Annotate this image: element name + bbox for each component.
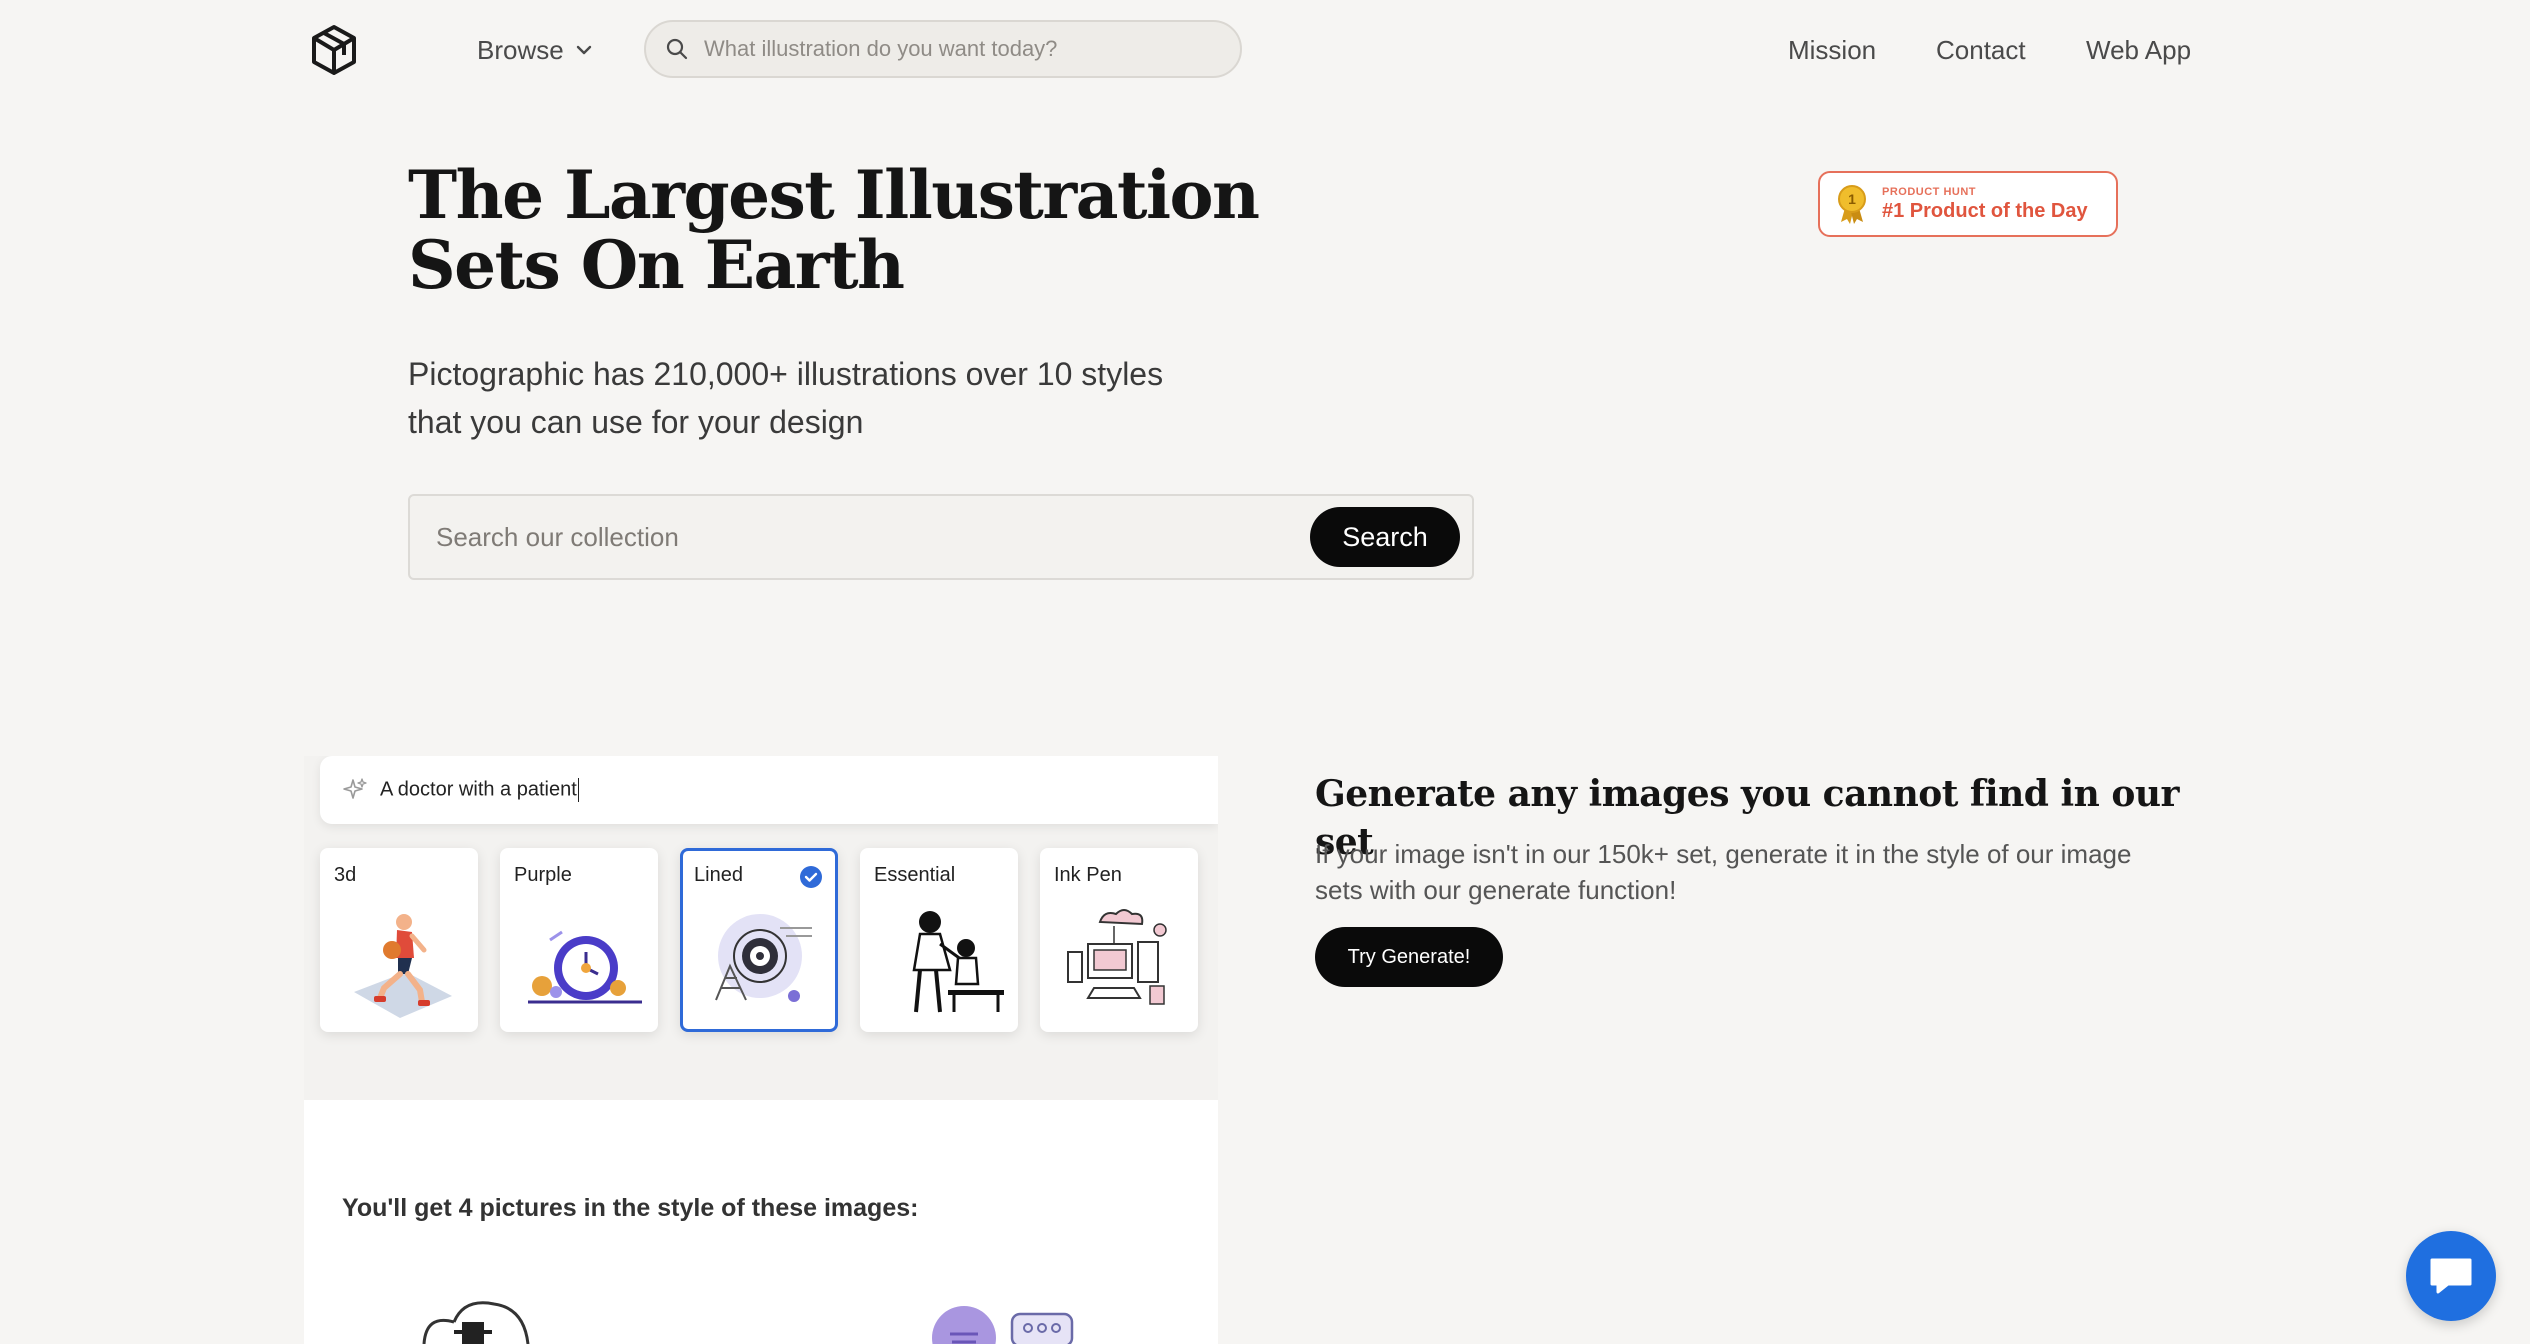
pictographic-logo-icon[interactable] bbox=[310, 24, 358, 76]
style-label: Essential bbox=[874, 864, 956, 886]
medal-number: 1 bbox=[1848, 191, 1856, 207]
collection-search-input[interactable] bbox=[434, 520, 1310, 554]
badge-text: #1 Product of the Day bbox=[1882, 199, 2088, 222]
hero-subtitle-line-1: Pictographic has 210,000+ illustrations … bbox=[408, 356, 1164, 392]
text-caret bbox=[577, 778, 580, 802]
header-search-bar[interactable] bbox=[644, 20, 1242, 78]
clock-purple-illustration bbox=[528, 930, 642, 1004]
search-icon bbox=[666, 38, 688, 60]
hero-title: The Largest Illustration Sets On Earth bbox=[408, 156, 1260, 304]
product-hunt-badge[interactable]: 1 PRODUCT HUNT #1 Product of the Day bbox=[1818, 171, 2118, 237]
style-card-ink-pen[interactable]: Ink Pen bbox=[1040, 848, 1198, 1032]
hero-subtitle: Pictographic has 210,000+ illustrations … bbox=[408, 350, 1208, 446]
browse-dropdown[interactable]: Browse bbox=[477, 30, 592, 70]
generate-demo-panel: A doctor with a patient 3d Purple Lined … bbox=[304, 756, 1218, 1344]
nav-web-app[interactable]: Web App bbox=[2086, 30, 2191, 70]
style-label: Purple bbox=[514, 864, 572, 886]
prompt-text: A doctor with a patient bbox=[380, 778, 577, 801]
style-label: Ink Pen bbox=[1054, 864, 1122, 886]
doctor-patient-illustration bbox=[912, 911, 1004, 1013]
header-search-input[interactable] bbox=[702, 35, 1240, 63]
demo-caption: You'll get 4 pictures in the style of th… bbox=[342, 1194, 919, 1222]
collection-search-bar: Search bbox=[408, 494, 1474, 580]
prompt-input[interactable]: A doctor with a patient bbox=[320, 756, 1218, 824]
nav-contact[interactable]: Contact bbox=[1936, 30, 2026, 70]
running-man-3d-illustration bbox=[354, 914, 452, 1018]
checkmark-icon bbox=[800, 866, 822, 888]
result-thumbnail-1 bbox=[422, 1301, 530, 1344]
generate-description: If your image isn't in our 150k+ set, ge… bbox=[1315, 839, 2132, 905]
style-card-essential[interactable]: Essential bbox=[860, 848, 1018, 1032]
chat-support-button[interactable] bbox=[2406, 1231, 2496, 1321]
try-generate-button[interactable]: Try Generate! bbox=[1315, 927, 1503, 987]
style-card-lined[interactable]: Lined bbox=[680, 848, 838, 1032]
chat-icon bbox=[2430, 1258, 2472, 1294]
style-label: 3d bbox=[334, 864, 357, 886]
nav-mission[interactable]: Mission bbox=[1788, 30, 1876, 70]
chevron-down-icon bbox=[576, 45, 591, 55]
style-card-purple[interactable]: Purple bbox=[500, 848, 658, 1032]
target-lined-illustration bbox=[715, 914, 812, 1002]
style-card-3d[interactable]: 3d bbox=[320, 848, 478, 1032]
style-label: Lined bbox=[694, 864, 743, 886]
sparkles-icon bbox=[343, 778, 367, 799]
browse-label: Browse bbox=[477, 34, 564, 65]
devices-ink-pen-illustration bbox=[1067, 909, 1167, 1005]
hero-subtitle-line-2: that you can use for your design bbox=[408, 404, 864, 440]
medal-icon: 1 bbox=[1838, 185, 1866, 224]
result-thumbnail-2 bbox=[932, 1306, 1074, 1344]
badge-kicker: PRODUCT HUNT bbox=[1882, 185, 1976, 198]
search-button[interactable]: Search bbox=[1310, 507, 1460, 567]
